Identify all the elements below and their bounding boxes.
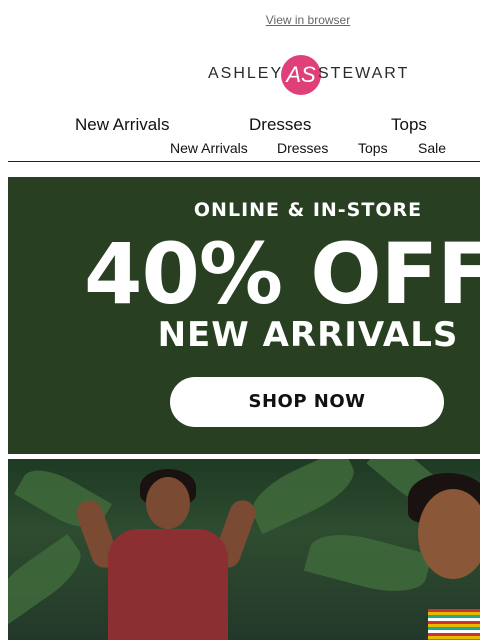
model-face <box>146 477 190 529</box>
nav-primary-tops[interactable]: Tops <box>391 115 427 135</box>
nav-secondary-tops[interactable]: Tops <box>358 140 388 156</box>
nav-secondary-sale[interactable]: Sale <box>418 140 446 156</box>
promo-headline: 40% OFF <box>84 225 480 323</box>
logo-word-right: STEWART <box>318 65 410 82</box>
promo-subhead: NEW ARRIVALS <box>157 315 459 355</box>
palm-leaf-icon <box>243 459 363 535</box>
nav-primary-new-arrivals[interactable]: New Arrivals <box>75 115 169 135</box>
nav-primary-dresses[interactable]: Dresses <box>249 115 311 135</box>
promo-banner[interactable]: ONLINE & IN-STORE 40% OFF NEW ARRIVALS S… <box>8 177 480 454</box>
beaded-necklace <box>428 609 480 640</box>
logo-word-left: ASHLEY <box>208 65 284 82</box>
second-model-face <box>418 489 480 579</box>
nav-divider <box>8 161 480 162</box>
model-red-dress <box>108 529 228 640</box>
nav-secondary-new-arrivals[interactable]: New Arrivals <box>170 140 248 156</box>
hero-image[interactable] <box>8 459 480 640</box>
secondary-nav: New Arrivals Dresses Tops Sale <box>0 140 480 158</box>
view-in-browser-link[interactable]: View in browser <box>0 13 480 27</box>
palm-leaf-icon <box>8 533 91 625</box>
promo-kicker: ONLINE & IN-STORE <box>193 199 423 221</box>
primary-nav: New Arrivals Dresses Tops <box>0 115 480 137</box>
shop-now-button[interactable]: SHOP NOW <box>170 377 444 427</box>
palm-leaf-icon <box>303 524 433 602</box>
brand-logo[interactable]: ASHLEY AS STEWART <box>208 53 428 97</box>
logo-monogram-icon: AS <box>281 55 321 95</box>
nav-secondary-dresses[interactable]: Dresses <box>277 140 328 156</box>
